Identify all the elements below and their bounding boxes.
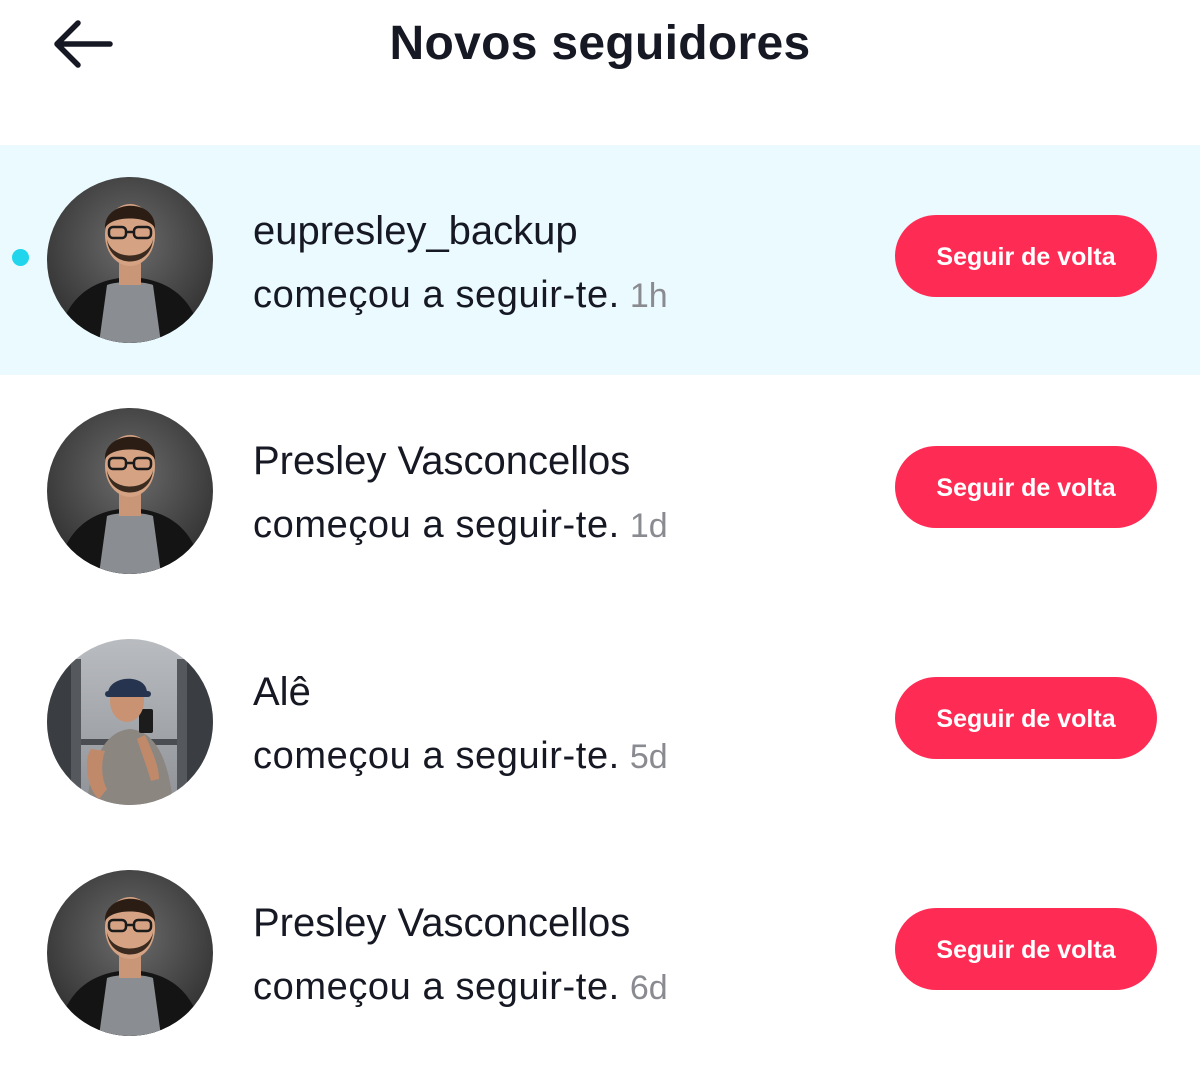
follow-notice: começou a seguir-te. 1h [253,272,668,319]
follower-name[interactable]: eupresley_backup [253,207,578,255]
timestamp: 6d [629,969,668,1007]
follow-action-text: começou a seguir-te. [253,966,620,1008]
follow-action-text: começou a seguir-te. [253,274,620,316]
avatar[interactable] [47,177,213,343]
top-bar: Novos seguidores [0,0,1200,90]
follower-list: eupresley_backup começou a seguir-te. 1h … [0,145,1200,1068]
timestamp: 5d [629,738,668,776]
follow-back-button[interactable]: Seguir de volta [895,908,1157,990]
follow-notice: começou a seguir-te. 1d [253,502,668,549]
follow-action-text: começou a seguir-te. [253,504,620,546]
unread-indicator [12,249,29,266]
follower-name[interactable]: Presley Vasconcellos [253,899,630,947]
follow-notice: começou a seguir-te. 6d [253,964,668,1011]
timestamp: 1h [629,277,668,315]
follower-row[interactable]: Alê começou a seguir-te. 5d Seguir de vol… [0,606,1200,837]
follower-row[interactable]: Presley Vasconcellos começou a seguir-te… [0,375,1200,606]
follow-back-button[interactable]: Seguir de volta [895,446,1157,528]
follow-back-button[interactable]: Seguir de volta [895,215,1157,297]
follow-back-button[interactable]: Seguir de volta [895,677,1157,759]
avatar[interactable] [47,408,213,574]
page-title: Novos seguidores [389,17,811,70]
follow-notice: começou a seguir-te. 5d [253,733,668,780]
timestamp: 1d [629,507,668,545]
follower-name[interactable]: Alê [253,668,311,716]
avatar[interactable] [47,639,213,805]
follow-action-text: começou a seguir-te. [253,735,620,777]
follower-name[interactable]: Presley Vasconcellos [253,437,630,485]
follower-row[interactable]: Presley Vasconcellos começou a seguir-te… [0,837,1200,1068]
avatar[interactable] [47,870,213,1036]
follower-row[interactable]: eupresley_backup começou a seguir-te. 1h … [0,145,1200,375]
